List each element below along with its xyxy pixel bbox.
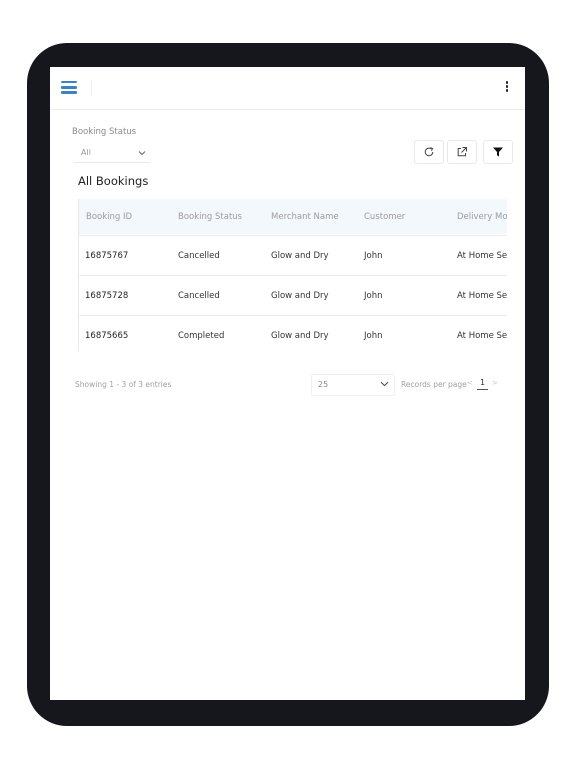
booking-status-select-value: All <box>81 148 91 157</box>
appbar-divider <box>91 80 92 96</box>
cell-customer: John <box>364 331 383 341</box>
current-page-number[interactable]: 1 <box>477 378 488 390</box>
records-per-page-label: Records per page <box>401 380 467 389</box>
bookings-table: Booking ID Booking Status Merchant Name … <box>78 199 507 351</box>
column-header-booking-status[interactable]: Booking Status <box>178 212 242 222</box>
column-header-booking-id[interactable]: Booking ID <box>86 212 132 222</box>
cell-merchant-name: Glow and Dry <box>271 251 329 261</box>
table-header: Booking ID Booking Status Merchant Name … <box>79 199 507 234</box>
top-app-bar <box>50 67 525 110</box>
cell-delivery-mode: At Home Se <box>457 331 507 341</box>
page-size-value: 25 <box>318 380 329 389</box>
chevron-down-icon <box>380 381 389 387</box>
cell-booking-status: Cancelled <box>178 291 220 301</box>
column-header-merchant-name[interactable]: Merchant Name <box>271 212 339 222</box>
cell-merchant-name: Glow and Dry <box>271 291 329 301</box>
cell-booking-status: Completed <box>178 331 225 341</box>
refresh-icon <box>424 147 434 157</box>
cell-merchant-name: Glow and Dry <box>271 331 329 341</box>
entries-count-text: Showing 1 - 3 of 3 entries <box>75 380 172 389</box>
cell-customer: John <box>364 251 383 261</box>
table-row[interactable]: 16875767 Cancelled Glow and Dry John At … <box>79 235 507 276</box>
table-row[interactable]: 16875665 Completed Glow and Dry John At … <box>79 315 507 351</box>
cell-customer: John <box>364 291 383 301</box>
column-header-delivery-mode[interactable]: Delivery Mo <box>457 212 507 222</box>
booking-status-select[interactable]: All <box>74 145 150 163</box>
refresh-button[interactable] <box>414 140 444 164</box>
cell-booking-id: 16875728 <box>85 291 129 301</box>
export-icon <box>457 147 467 157</box>
cell-delivery-mode: At Home Se <box>457 251 507 261</box>
cell-booking-id: 16875767 <box>85 251 129 261</box>
cell-booking-status: Cancelled <box>178 251 220 261</box>
filter-icon <box>493 147 503 157</box>
page-size-select[interactable]: 25 <box>311 374 395 396</box>
cell-delivery-mode: At Home Se <box>457 291 507 301</box>
export-button[interactable] <box>447 140 477 164</box>
app-screen: Booking Status All All Bookings Booking … <box>50 67 525 700</box>
page-title: All Bookings <box>78 174 149 188</box>
cell-booking-id: 16875665 <box>85 331 129 341</box>
hamburger-menu-icon[interactable] <box>61 81 77 94</box>
column-header-customer[interactable]: Customer <box>364 212 405 222</box>
more-vertical-icon[interactable] <box>503 81 511 95</box>
next-page-button[interactable]: > <box>492 379 498 387</box>
filter-button[interactable] <box>483 140 513 164</box>
booking-status-filter-label: Booking Status <box>72 127 137 137</box>
prev-page-button[interactable]: < <box>467 379 473 387</box>
chevron-down-icon <box>138 151 146 156</box>
table-row[interactable]: 16875728 Cancelled Glow and Dry John At … <box>79 275 507 316</box>
